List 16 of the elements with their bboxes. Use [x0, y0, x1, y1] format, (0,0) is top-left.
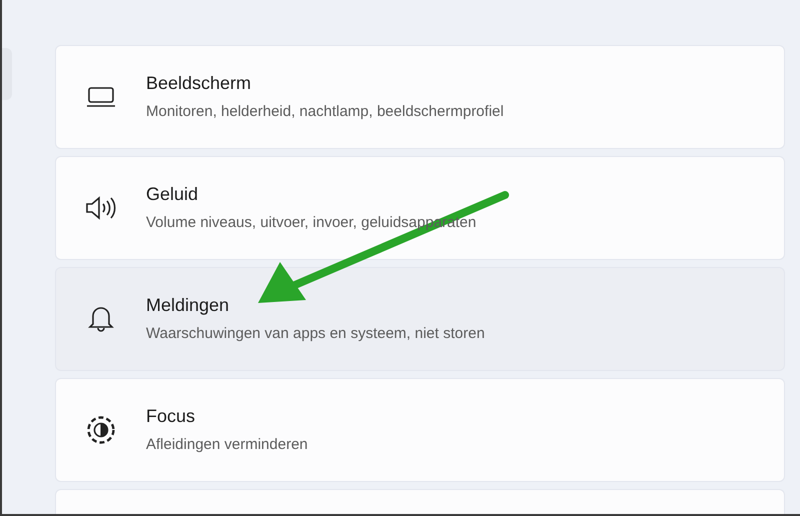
- settings-card[interactable]: Beeldscherm Monitoren, helderheid, nachtlamp, beeldschermprofiel: [55, 45, 785, 149]
- speaker-icon: [85, 195, 117, 221]
- card-description: Afleidingen verminderen: [146, 435, 308, 456]
- card-description: Monitoren, helderheid, nachtlamp, beeldschermprofiel: [146, 102, 504, 122]
- settings-card[interactable]: Meldingen Waarschuwingen van apps en systeem, niet storen: [55, 267, 785, 371]
- card-title: Geluid: [146, 183, 200, 206]
- card-title: Meldingen: [146, 294, 230, 318]
- settings-card[interactable]: [55, 489, 785, 516]
- bell-icon: [88, 305, 114, 333]
- card-title: Focus: [146, 405, 196, 428]
- settings-card[interactable]: Focus Afleidingen verminderen: [55, 378, 785, 482]
- sidebar-selection: [2, 48, 12, 100]
- focus-icon: [86, 415, 116, 445]
- card-title: Beeldscherm: [146, 72, 252, 96]
- card-description: Waarschuwingen van apps en systeem, niet storen: [146, 324, 485, 344]
- laptop-icon: [86, 85, 116, 109]
